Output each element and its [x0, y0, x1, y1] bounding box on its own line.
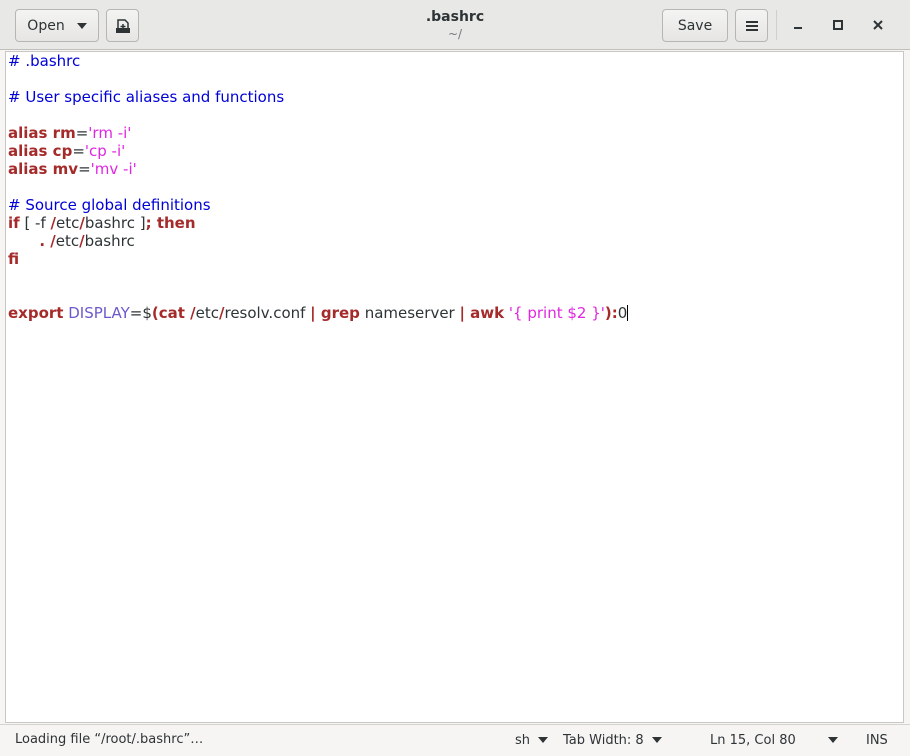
- code-token: '{ print $2 }': [508, 304, 605, 322]
- code-line: if [ -f /etc/bashrc ]; then: [8, 214, 196, 232]
- code-token: # User specific aliases and functions: [8, 88, 285, 106]
- close-button[interactable]: [866, 13, 890, 37]
- close-icon: [873, 20, 883, 30]
- code-token: | grep: [310, 304, 360, 322]
- code-token: 0: [617, 304, 628, 322]
- status-message: Loading file “/root/.bashrc”…: [15, 732, 204, 747]
- code-line: # Source global definitions: [8, 196, 211, 214]
- code-line: # .bashrc: [8, 52, 80, 70]
- text-cursor: [627, 305, 629, 321]
- code-line: alias cp='cp -i': [8, 142, 125, 160]
- code-token: alias rm: [8, 124, 76, 142]
- code-token: =: [75, 124, 89, 142]
- window-title: .bashrc: [425, 9, 485, 25]
- tab-width-label: Tab Width: 8: [563, 732, 644, 748]
- code-token: if: [8, 214, 20, 232]
- cursor-position-selector[interactable]: Ln 15, Col 80: [710, 729, 838, 751]
- insert-mode-indicator[interactable]: INS: [866, 729, 888, 751]
- status-bar: Loading file “/root/.bashrc”… sh Tab Wid…: [0, 724, 910, 756]
- maximize-button[interactable]: [826, 13, 850, 37]
- code-token: etc: [195, 304, 219, 322]
- code-token: ; then: [145, 214, 196, 232]
- language-selector[interactable]: sh: [515, 729, 549, 751]
- chevron-down-icon: [76, 22, 87, 29]
- code-token: etc: [55, 232, 80, 250]
- header-bar: Open .bashrc ~/ Save: [0, 0, 910, 50]
- menu-button[interactable]: [735, 9, 768, 42]
- code-token: DISPLAY: [68, 304, 130, 322]
- code-token: =$: [129, 304, 152, 322]
- text-editor-area[interactable]: # .bashrc # User specific aliases and fun…: [5, 51, 904, 723]
- open-button[interactable]: Open: [15, 9, 99, 42]
- code-token: alias mv: [8, 160, 79, 178]
- code-token: =: [72, 142, 85, 160]
- code-token: resolv.conf: [224, 304, 311, 322]
- code-token: | awk: [459, 304, 505, 322]
- code-token: alias cp: [8, 142, 73, 160]
- chevron-down-icon: [651, 737, 662, 743]
- code-token: bashrc ]: [84, 214, 146, 232]
- code-token: 'rm -i': [88, 124, 132, 142]
- save-button[interactable]: Save: [662, 9, 728, 42]
- insert-mode-label: INS: [866, 732, 888, 748]
- code-line: alias mv='mv -i': [8, 160, 137, 178]
- window-subtitle: ~/: [447, 27, 463, 41]
- code-line: alias rm='rm -i': [8, 124, 131, 142]
- code-token: # Source global definitions: [8, 196, 211, 214]
- code-token: 'cp -i': [84, 142, 126, 160]
- minimize-button[interactable]: [786, 13, 810, 37]
- minimize-icon: [794, 27, 802, 29]
- chevron-down-icon: [538, 737, 549, 743]
- new-document-button[interactable]: [106, 9, 139, 42]
- header-separator: [776, 10, 777, 40]
- code-token: bashrc: [84, 232, 135, 250]
- code-token: ):: [604, 304, 618, 322]
- code-line: export DISPLAY=$(cat /etc/resolv.conf | …: [8, 304, 629, 322]
- code-token: 'mv -i': [90, 160, 137, 178]
- tab-width-selector[interactable]: Tab Width: 8: [563, 729, 662, 751]
- code-token: (cat: [151, 304, 191, 322]
- new-document-icon: [115, 18, 130, 33]
- code-token: # .bashrc: [8, 52, 81, 70]
- chevron-down-icon: [827, 737, 838, 743]
- cursor-position-label: Ln 15, Col 80: [710, 732, 796, 748]
- maximize-icon: [833, 20, 843, 30]
- code-token: [ -f: [19, 214, 51, 232]
- code-token: fi: [8, 250, 20, 268]
- code-line: # User specific aliases and functions: [8, 88, 284, 106]
- save-button-label: Save: [677, 17, 713, 34]
- code-line: . /etc/bashrc: [8, 232, 135, 250]
- code-token: export: [8, 304, 64, 322]
- code-token: =: [78, 160, 91, 178]
- language-label: sh: [515, 732, 531, 748]
- code-token: .: [8, 232, 51, 250]
- open-button-label: Open: [27, 17, 65, 34]
- hamburger-menu-icon: [745, 20, 758, 31]
- code-token: etc: [56, 214, 80, 232]
- code-token: nameserver: [359, 304, 460, 322]
- code-line: fi: [8, 250, 19, 268]
